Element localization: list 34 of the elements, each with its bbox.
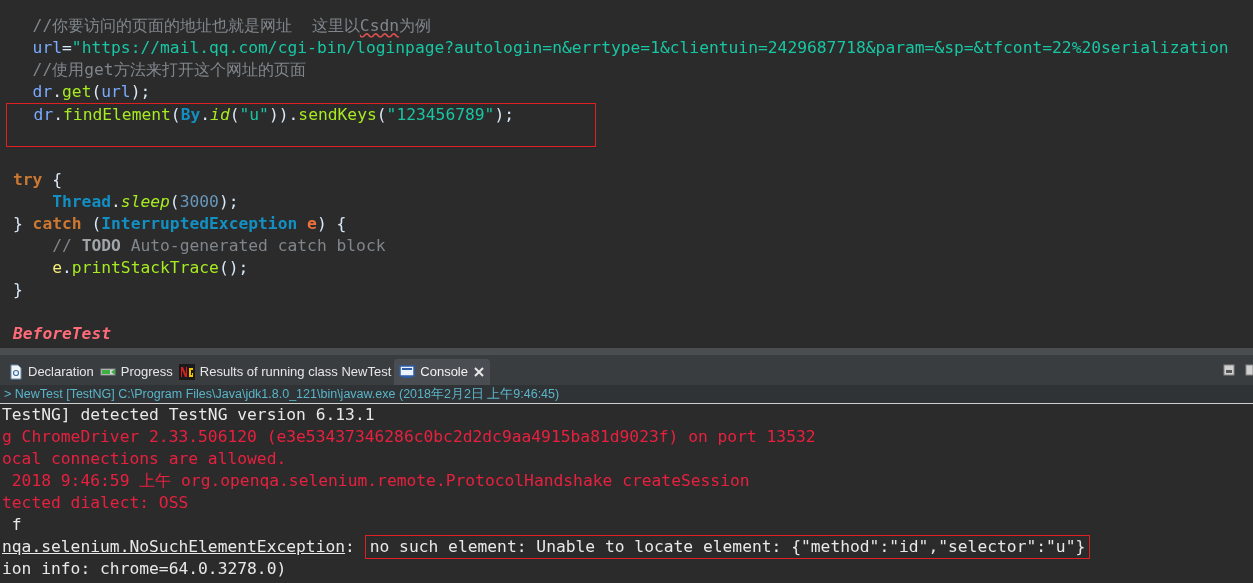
- close-icon[interactable]: [473, 366, 485, 378]
- console-text: 2018 9:46:59 上午 org.openqa.selenium.remote.ProtocolHandshake createSession: [10, 470, 750, 492]
- console-text: f: [10, 514, 22, 536]
- view-tab[interactable]: Progress: [96, 359, 176, 385]
- console-text: ion info: chrome=64.0.3278.0): [2, 558, 287, 580]
- console-text: g ChromeDriver 2.33.506120 (e3e53437346286c0bc2d2dc9aa4915ba81d9023f) on port 13532: [2, 426, 816, 448]
- code-line: e.printStackTrace();: [51, 258, 249, 277]
- console-text: :: [345, 536, 356, 558]
- console-text: ocal connections are allowed.: [2, 448, 287, 470]
- code-line: try {: [13, 170, 63, 189]
- progress-bar-icon: [99, 366, 116, 378]
- console-text: tected dialect: OSS: [2, 492, 189, 514]
- minimize-icon[interactable]: [1223, 364, 1235, 376]
- code-line: dr.get(url);: [31, 82, 151, 101]
- console-text: TestNG] detected TestNG version 6.13.1: [2, 404, 375, 426]
- monitor-icon: [399, 365, 416, 379]
- code-line: Thread.sleep(3000);: [51, 192, 239, 211]
- maximize-icon[interactable]: [1245, 364, 1253, 376]
- code-line: } catch (InterruptedException e) {: [13, 214, 347, 233]
- document-at-icon: [9, 364, 23, 380]
- code-line: BeforeTest: [13, 324, 112, 343]
- code-line: // TODO Auto-generated catch block: [51, 236, 386, 255]
- exception-link[interactable]: nqa.selenium.NoSuchElementException: [2, 536, 346, 558]
- code-line: url="https://mail.qq.com/cgi-bin/loginpage?autologin=n&errtype=1&clientuin=2429687718&param=&sp=&tfcont=22%20serialization: [31, 38, 1229, 57]
- plugin-logo-icon: [178, 364, 195, 380]
- code-line: //你要访问的页面的地址也就是网址 这里以Csdn为例: [31, 16, 432, 35]
- code-line: }: [13, 280, 23, 299]
- console-text: no such element: Unable to locate element: {"method":"id","selector":"u"}: [364, 535, 1091, 559]
- code-line: dr.findElement(By.id("u")).sendKeys("123456789");: [32, 105, 515, 124]
- view-tab[interactable]: Console: [394, 359, 490, 385]
- view-tab[interactable]: Declaration: [6, 359, 97, 385]
- view-tab[interactable]: Results of running class NewTest: [175, 359, 395, 385]
- code-line: //使用get方法来打开这个网址的页面: [31, 60, 306, 79]
- launch-description: > NewTest [TestNG] C:\Program Files\Java\jdk1.8.0_121\bin\javaw.exe (2018年2月2日 上午9:46:45): [4, 385, 560, 403]
